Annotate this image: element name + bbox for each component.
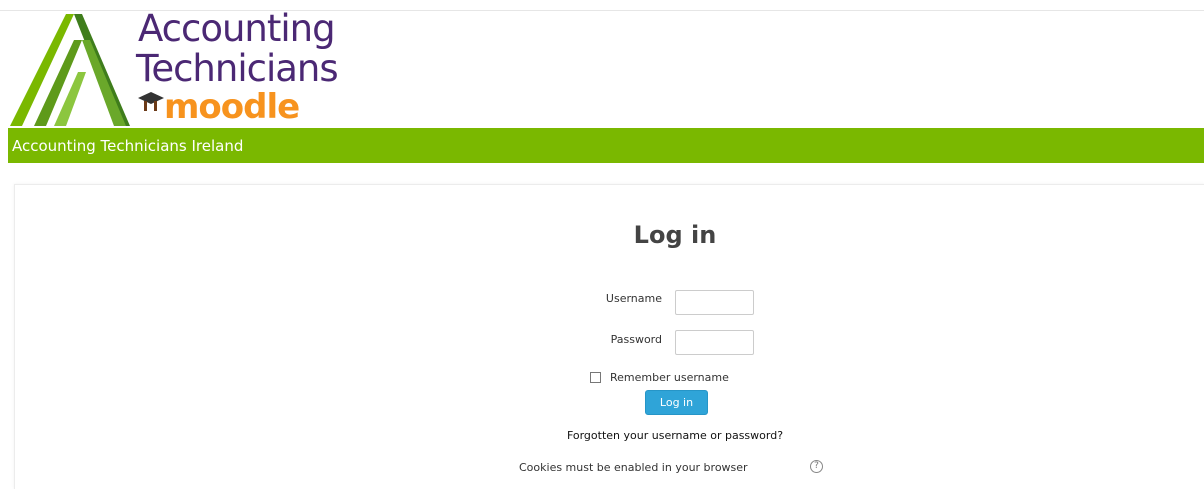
password-label: Password [610, 333, 662, 346]
remember-username-checkbox[interactable] [590, 372, 601, 383]
site-name[interactable]: Accounting Technicians Ireland [12, 137, 243, 155]
triangle-logo-icon [10, 14, 130, 126]
username-input[interactable] [675, 290, 754, 315]
remember-username-label[interactable]: Remember username [610, 371, 729, 385]
logo-text-technicians: Technicians [136, 47, 339, 90]
username-label: Username [605, 292, 662, 305]
password-input[interactable] [675, 330, 754, 355]
graduation-cap-icon [138, 92, 164, 111]
logo-text-accounting: Accounting [138, 7, 336, 50]
page-title: Log in [633, 221, 717, 249]
forgot-password-link[interactable]: Forgotten your username or password? [500, 429, 850, 443]
logo-text-moodle: moodle [164, 87, 300, 127]
help-icon[interactable]: ? [810, 460, 823, 473]
cookies-notice: Cookies must be enabled in your browser [519, 461, 748, 474]
site-name-bar: Accounting Technicians Ireland [8, 128, 1204, 163]
login-button[interactable]: Log in [645, 390, 708, 415]
page-header: Accounting Technicians moodle Accounting… [0, 0, 1204, 163]
site-logo[interactable]: Accounting Technicians moodle [8, 10, 353, 128]
